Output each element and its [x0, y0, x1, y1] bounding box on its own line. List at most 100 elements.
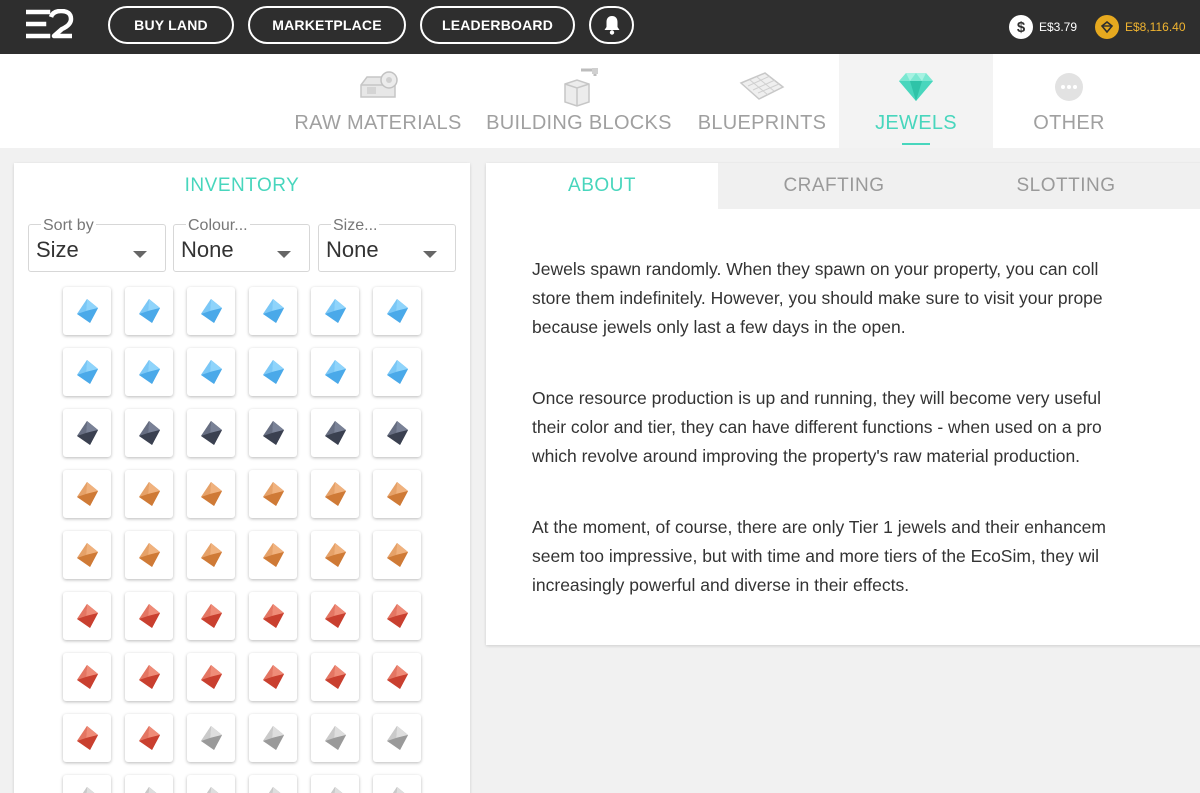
- jewel-slot[interactable]: [249, 287, 297, 335]
- jewel-slot[interactable]: [125, 775, 173, 793]
- jewel-slot[interactable]: [63, 775, 111, 793]
- jewel-slot[interactable]: [373, 775, 421, 793]
- jewel-icon: [139, 360, 160, 384]
- tab-building-blocks[interactable]: BUILDING BLOCKS: [471, 54, 687, 148]
- more-icon: [1053, 64, 1085, 110]
- jewel-slot[interactable]: [63, 592, 111, 640]
- jewel-slot[interactable]: [125, 592, 173, 640]
- essence-amount: E$3.79: [1039, 20, 1078, 34]
- jewel-slot[interactable]: [249, 470, 297, 518]
- inventory-panel: INVENTORY Sort by Size Colour... None Si…: [14, 163, 470, 793]
- jewel-icon: [201, 665, 222, 689]
- jewel-slot[interactable]: [311, 470, 359, 518]
- jewel-icon: [139, 421, 160, 445]
- e2-logo[interactable]: [25, 8, 74, 39]
- tab-other[interactable]: OTHER: [993, 54, 1145, 148]
- jewel-slot[interactable]: [373, 470, 421, 518]
- jewel-slot[interactable]: [373, 409, 421, 457]
- active-tab-underline: [902, 143, 930, 145]
- jewel-slot[interactable]: [373, 531, 421, 579]
- colour-select[interactable]: Colour... None: [173, 217, 310, 272]
- detail-tabs: ABOUT CRAFTING SLOTTING: [486, 163, 1200, 209]
- jewel-slot[interactable]: [311, 531, 359, 579]
- jewel-slot[interactable]: [63, 653, 111, 701]
- jewel-slot[interactable]: [373, 287, 421, 335]
- jewel-icon: [139, 299, 160, 323]
- jewel-slot[interactable]: [63, 287, 111, 335]
- jewel-slot[interactable]: [311, 714, 359, 762]
- raw-materials-icon: [353, 64, 403, 110]
- jewel-slot[interactable]: [311, 653, 359, 701]
- jewel-slot[interactable]: [63, 714, 111, 762]
- jewel-slot[interactable]: [187, 470, 235, 518]
- essence-balance[interactable]: $ E$3.79: [1009, 14, 1077, 40]
- jewel-slot[interactable]: [63, 531, 111, 579]
- jewel-slot[interactable]: [249, 775, 297, 793]
- building-blocks-icon: [557, 64, 601, 110]
- size-select[interactable]: Size... None: [318, 217, 456, 272]
- ether-amount: E$8,116.40: [1125, 20, 1186, 34]
- jewel-slot[interactable]: [187, 714, 235, 762]
- jewel-slot[interactable]: [249, 409, 297, 457]
- jewel-slot[interactable]: [63, 409, 111, 457]
- jewel-slot[interactable]: [187, 653, 235, 701]
- tab-jewels[interactable]: JEWELS: [839, 54, 993, 148]
- jewel-slot[interactable]: [63, 470, 111, 518]
- jewel-slot[interactable]: [373, 714, 421, 762]
- jewel-icon: [83, 787, 95, 793]
- jewel-slot[interactable]: [373, 592, 421, 640]
- jewel-icon: [77, 604, 98, 628]
- blueprints-icon: [737, 64, 787, 110]
- tab-raw-materials[interactable]: RAW MATERIALS: [285, 54, 471, 148]
- jewel-slot[interactable]: [373, 348, 421, 396]
- jewel-slot[interactable]: [187, 287, 235, 335]
- jewel-slot[interactable]: [125, 287, 173, 335]
- tab-slotting[interactable]: SLOTTING: [950, 163, 1182, 209]
- jewel-slot[interactable]: [125, 714, 173, 762]
- buy-land-button[interactable]: BUY LAND: [108, 6, 234, 44]
- jewel-icon: [325, 299, 346, 323]
- tab-blueprints[interactable]: BLUEPRINTS: [687, 54, 837, 148]
- jewel-slot[interactable]: [187, 409, 235, 457]
- jewel-slot[interactable]: [187, 531, 235, 579]
- jewel-slot[interactable]: [125, 531, 173, 579]
- jewel-slot[interactable]: [311, 348, 359, 396]
- jewel-icon: [393, 787, 405, 793]
- select-value: None: [326, 237, 379, 262]
- tab-crafting[interactable]: CRAFTING: [718, 163, 950, 209]
- jewel-icon: [201, 726, 222, 750]
- jewel-slot[interactable]: [249, 653, 297, 701]
- jewel-slot[interactable]: [125, 348, 173, 396]
- jewel-icon: [77, 665, 98, 689]
- marketplace-button[interactable]: MARKETPLACE: [248, 6, 406, 44]
- sort-by-select[interactable]: Sort by Size: [28, 217, 166, 272]
- jewel-slot[interactable]: [249, 348, 297, 396]
- about-paragraph-2: Once resource production is up and runni…: [532, 388, 1102, 466]
- jewel-slot[interactable]: [187, 592, 235, 640]
- chevron-down-icon: [277, 251, 291, 258]
- jewel-slot[interactable]: [187, 348, 235, 396]
- jewel-slot[interactable]: [311, 287, 359, 335]
- jewel-slot[interactable]: [63, 348, 111, 396]
- jewel-slot[interactable]: [249, 592, 297, 640]
- leaderboard-button[interactable]: LEADERBOARD: [420, 6, 575, 44]
- jewel-slot[interactable]: [249, 714, 297, 762]
- jewel-icon: [263, 543, 284, 567]
- jewel-icon: [387, 360, 408, 384]
- jewel-slot[interactable]: [125, 653, 173, 701]
- select-label: Size...: [331, 217, 380, 235]
- jewel-slot[interactable]: [311, 592, 359, 640]
- tab-label: RAW MATERIALS: [294, 112, 462, 134]
- jewel-slot[interactable]: [125, 470, 173, 518]
- jewel-icon: [325, 421, 346, 445]
- jewel-slot[interactable]: [249, 531, 297, 579]
- jewel-slot[interactable]: [373, 653, 421, 701]
- jewel-slot[interactable]: [311, 409, 359, 457]
- jewel-slot[interactable]: [311, 775, 359, 793]
- ether-balance[interactable]: E$8,116.40: [1095, 14, 1186, 40]
- jewel-slot[interactable]: [187, 775, 235, 793]
- jewel-icon: [331, 787, 343, 793]
- notifications-button[interactable]: [589, 6, 634, 44]
- tab-about[interactable]: ABOUT: [486, 163, 718, 209]
- jewel-slot[interactable]: [125, 409, 173, 457]
